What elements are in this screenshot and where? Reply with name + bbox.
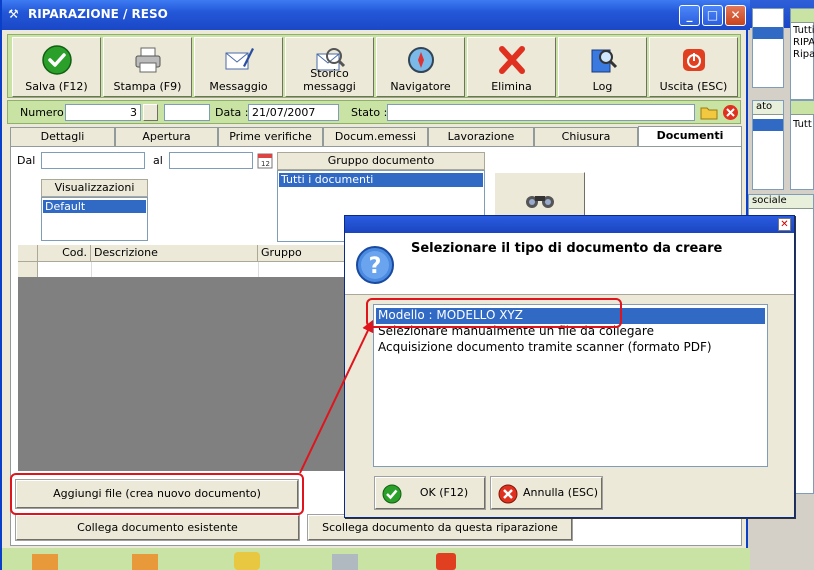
annotation-arrow xyxy=(299,319,374,474)
